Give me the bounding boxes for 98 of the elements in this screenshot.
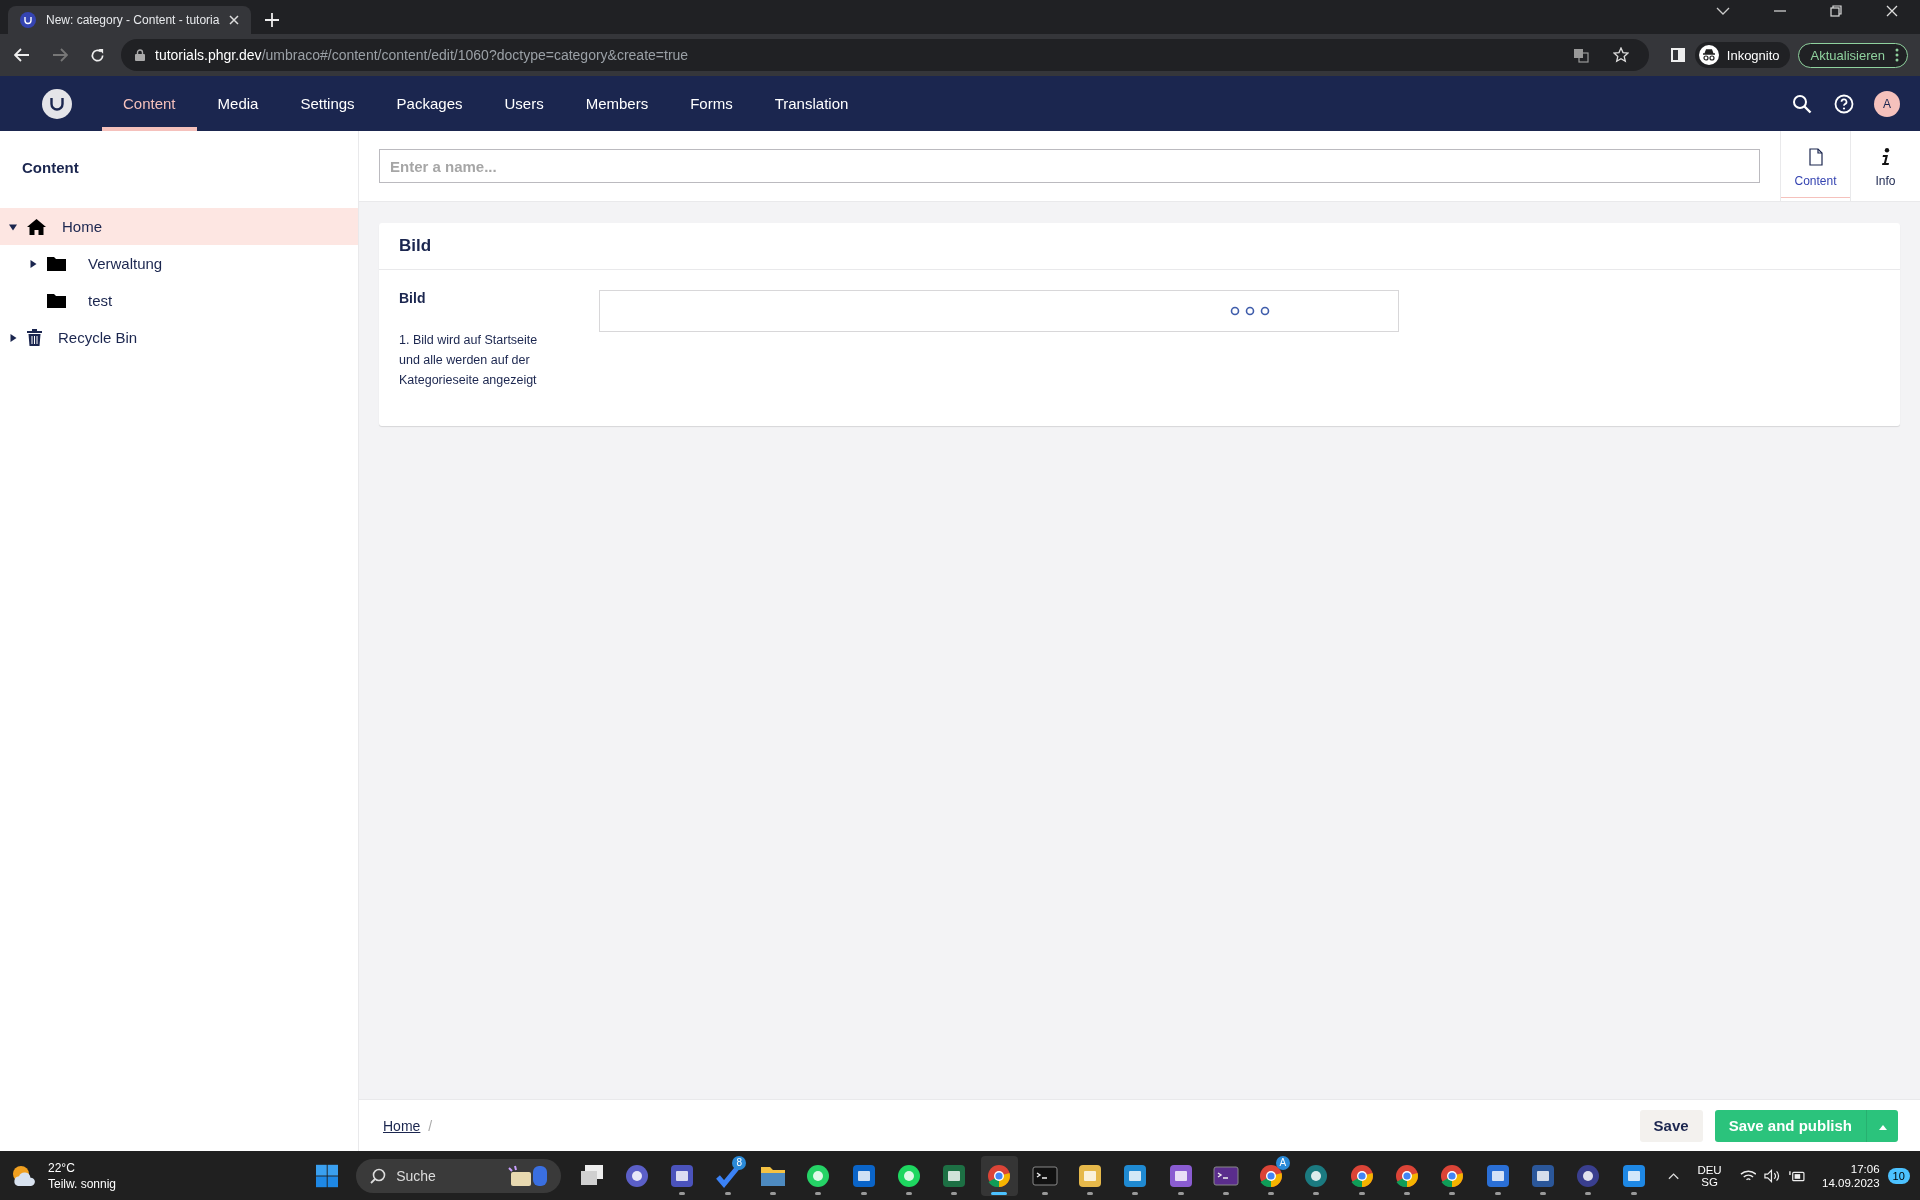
tab-title: New: category - Content - tutoria [46, 13, 220, 27]
help-icon[interactable] [1834, 93, 1854, 114]
document-icon [1808, 148, 1823, 166]
running-indicator [991, 1191, 1008, 1195]
section-tab[interactable]: Media [196, 76, 280, 131]
windows-start-icon[interactable] [315, 1163, 339, 1188]
side-panel-icon[interactable] [1670, 48, 1685, 62]
close-icon[interactable] [229, 15, 240, 25]
caret-icon[interactable] [8, 222, 17, 231]
running-indicator [1268, 1191, 1275, 1195]
tree-item[interactable]: test [0, 282, 358, 319]
save-button[interactable]: Save [1639, 1109, 1703, 1142]
incognito-icon [1698, 45, 1719, 65]
section-tab[interactable]: Members [564, 76, 670, 131]
close-icon[interactable] [1886, 5, 1898, 17]
notification-count[interactable]: 10 [1887, 1167, 1910, 1184]
lock-icon [135, 49, 145, 61]
name-field[interactable]: Enter a name... [379, 149, 1760, 183]
logo-icon[interactable] [42, 88, 72, 119]
running-indicator [860, 1191, 867, 1195]
search-icon [370, 1167, 387, 1184]
running-indicator [724, 1191, 731, 1195]
property-label: Bild [399, 290, 427, 306]
taskbar-button[interactable]: 8 [708, 1155, 747, 1196]
restore-icon[interactable] [1830, 5, 1842, 17]
section-tab[interactable]: Packages [375, 76, 484, 131]
taskbar-button[interactable]: A [1252, 1155, 1290, 1196]
running-indicator [1449, 1191, 1456, 1195]
running-indicator [1177, 1191, 1184, 1195]
translate-icon[interactable] [1572, 47, 1589, 63]
section-tab[interactable]: Settings [279, 76, 376, 131]
address-bar[interactable]: tutorials.phgr.dev/umbraco#/content/content/edit/1060?doctype=category&create=true [121, 39, 1649, 71]
taskbar-button[interactable] [980, 1155, 1019, 1196]
section-tab[interactable]: Users [483, 76, 565, 131]
tree-item[interactable]: Recycle Bin [0, 319, 358, 356]
info-icon [1880, 148, 1891, 166]
caret-icon [1878, 1125, 1887, 1130]
group-title: Bild [379, 223, 1900, 270]
running-indicator [1041, 1191, 1048, 1195]
running-indicator [1132, 1191, 1139, 1195]
caret-icon[interactable] [28, 259, 37, 268]
tree-item[interactable]: Verwaltung [0, 245, 358, 282]
browser-tab[interactable]: New: category - Content - tutoria [8, 6, 252, 34]
taskbar-search-field[interactable]: Suche [356, 1158, 562, 1193]
trash-icon [27, 329, 42, 346]
update-button[interactable]: Aktualisieren [1797, 42, 1908, 68]
weather-icon[interactable] [10, 1163, 38, 1188]
search-icon[interactable] [1792, 93, 1812, 114]
content-app-tab[interactable]: Content [1780, 131, 1850, 201]
running-indicator [1539, 1191, 1546, 1195]
battery-icon[interactable] [1789, 1168, 1806, 1183]
breadcrumb-separator: / [428, 1117, 433, 1134]
publish-options-button[interactable] [1866, 1109, 1898, 1142]
breadcrumb-link[interactable]: Home [383, 1117, 421, 1134]
more-icon [1895, 48, 1899, 62]
section-tab[interactable]: Forms [669, 76, 754, 131]
running-indicator [951, 1191, 958, 1195]
incognito-badge[interactable]: Inkognito [1694, 42, 1790, 68]
running-indicator [1087, 1191, 1093, 1195]
running-indicator [815, 1191, 822, 1195]
volume-icon[interactable] [1764, 1168, 1782, 1183]
weather-condition: Teilw. sonnig [48, 1176, 117, 1191]
temperature: 22°C [48, 1160, 76, 1175]
url-text: tutorials.phgr.dev/umbraco#/content/content/edit/1060?doctype=category&create=true [155, 47, 689, 63]
running-indicator [1222, 1191, 1229, 1195]
folder-icon [47, 293, 66, 308]
section-tab[interactable]: Translation [753, 76, 870, 131]
folder-icon [47, 256, 66, 271]
running-indicator [1358, 1191, 1365, 1195]
running-indicator [1404, 1191, 1411, 1195]
caret-icon[interactable] [8, 333, 17, 342]
running-indicator [1630, 1191, 1637, 1195]
badge: 8 [732, 1155, 747, 1170]
back-icon[interactable] [14, 48, 30, 62]
running-indicator [1494, 1191, 1501, 1195]
wifi-icon[interactable] [1739, 1168, 1757, 1183]
home-icon [27, 218, 46, 235]
running-indicator [905, 1191, 912, 1195]
badge: A [1275, 1155, 1290, 1170]
tree-item[interactable]: Home [0, 208, 358, 245]
sidebar-title: Content [21, 158, 80, 178]
star-icon[interactable] [1612, 47, 1629, 63]
content-app-tab[interactable]: Info [1850, 131, 1920, 201]
running-indicator [769, 1191, 776, 1195]
section-tab[interactable]: Content [102, 76, 197, 131]
running-indicator [1585, 1191, 1592, 1195]
favicon-icon [20, 12, 36, 28]
user-avatar[interactable]: A [1874, 90, 1900, 117]
running-indicator [1313, 1191, 1320, 1195]
property-description: 1. Bild wird auf Startseite und alle werden auf der Kategorieseite angezeigt [399, 332, 539, 389]
new-tab-icon[interactable] [265, 13, 280, 27]
chevron-up-icon[interactable] [1668, 1171, 1680, 1180]
keyboard-language[interactable]: DEU SG [1697, 1163, 1722, 1188]
media-picker-field[interactable] [599, 290, 1399, 332]
reload-icon[interactable] [90, 47, 105, 63]
running-indicator [679, 1191, 686, 1195]
clock[interactable]: 17:06 14.09.2023 [1822, 1162, 1880, 1189]
chevron-down-icon[interactable] [1716, 7, 1730, 15]
